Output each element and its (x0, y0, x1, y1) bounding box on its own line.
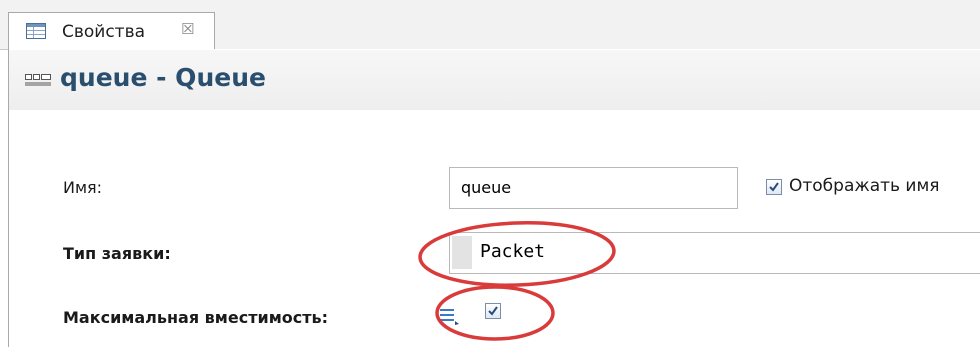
properties-table-icon (26, 23, 46, 43)
name-input[interactable]: queue (449, 167, 738, 209)
properties-tab[interactable]: Свойства ☒ (8, 12, 215, 50)
request-type-value: Packet (480, 241, 546, 262)
request-type-field[interactable]: Packet (449, 232, 980, 274)
close-tab-icon[interactable]: ☒ (181, 20, 194, 38)
max-capacity-checkbox[interactable] (485, 303, 501, 319)
max-capacity-label: Максимальная вместимость: (63, 308, 329, 327)
display-name-checkbox[interactable] (766, 179, 782, 195)
properties-tab-label: Свойства (62, 22, 146, 42)
name-input-value: queue (461, 178, 512, 197)
request-type-label: Тип заявки: (63, 244, 171, 263)
queue-block-icon (25, 71, 51, 90)
display-name-label: Отображать имя (789, 176, 940, 196)
checkmark-icon (769, 182, 779, 192)
name-label: Имя: (63, 178, 103, 197)
checkmark-icon (488, 306, 498, 316)
static-value-icon[interactable] (438, 304, 460, 330)
element-title: queue - Queue (60, 63, 266, 92)
type-swatch (452, 236, 472, 269)
